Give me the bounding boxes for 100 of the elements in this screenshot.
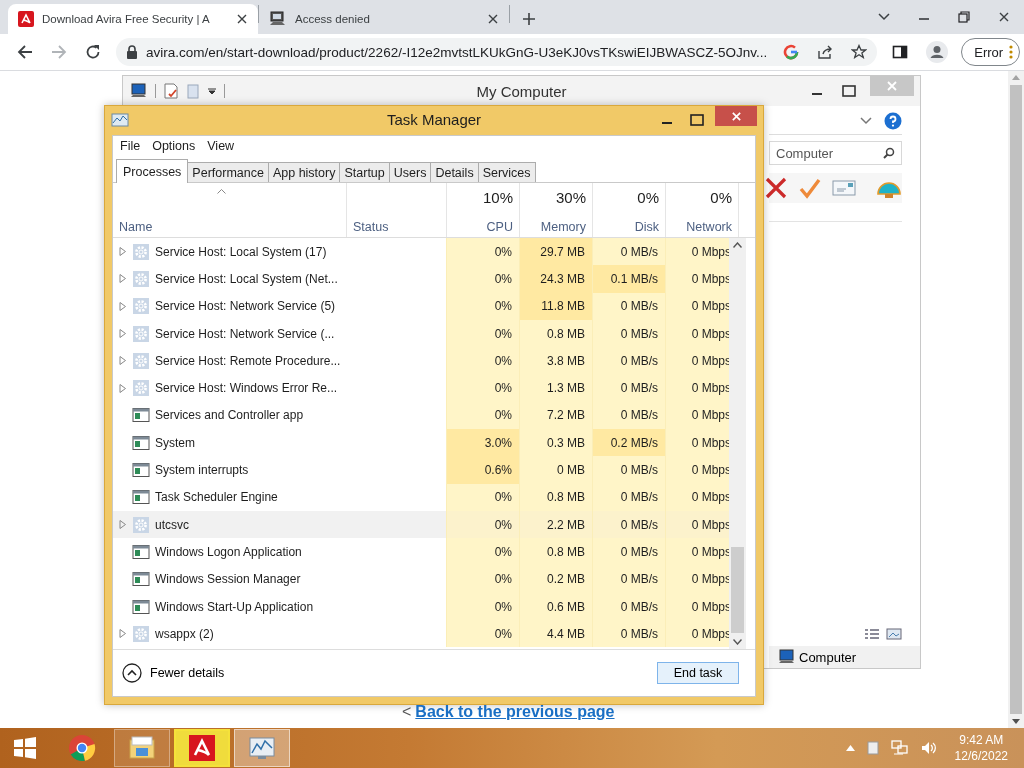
expand-arrow-icon[interactable] — [119, 247, 127, 257]
column-label: Network — [686, 220, 732, 234]
maximize-icon[interactable] — [690, 113, 704, 126]
process-name[interactable]: Windows Session Manager — [155, 572, 301, 587]
star-icon[interactable] — [851, 44, 868, 60]
more-icon[interactable] — [1009, 45, 1014, 59]
profile-icon[interactable] — [926, 41, 949, 63]
process-name[interactable]: Service Host: Local System (17) — [155, 244, 327, 259]
details-view-icon[interactable] — [864, 628, 880, 640]
process-name[interactable]: Service Host: Network Service (5) — [155, 299, 336, 314]
table-cell: 0 MB/s — [592, 238, 665, 266]
back-icon[interactable] — [17, 44, 33, 60]
table-cell: 4.4 MB — [519, 620, 592, 648]
battery-icon[interactable] — [866, 741, 879, 755]
menu-item[interactable]: Options — [147, 139, 201, 153]
table-cell: 0% — [446, 265, 519, 293]
expand-arrow-icon[interactable] — [119, 329, 127, 339]
column-header[interactable]: 30% Memory — [519, 183, 592, 237]
scroll-down-icon[interactable] — [733, 639, 742, 645]
computer-icon[interactable] — [129, 83, 147, 99]
close-icon[interactable] — [998, 11, 1010, 23]
volume-icon[interactable] — [920, 741, 937, 755]
collapse-circle-icon — [122, 663, 142, 683]
process-name[interactable]: utcsvc — [155, 517, 189, 532]
tab[interactable]: App history — [267, 162, 341, 182]
search-field[interactable]: Computer — [769, 141, 902, 165]
checkmark-icon[interactable] — [798, 177, 822, 199]
table-cell: 11.8 MB — [519, 292, 592, 320]
back-link[interactable]: Back to the previous page — [415, 703, 615, 721]
close-icon[interactable] — [487, 13, 499, 25]
end-task-button[interactable]: End task — [657, 662, 739, 684]
expand-arrow-icon[interactable] — [119, 356, 127, 366]
card-icon[interactable] — [832, 179, 856, 197]
windows-logo-icon[interactable] — [13, 736, 37, 760]
document-check-icon[interactable] — [164, 83, 178, 99]
expand-arrow-icon[interactable] — [119, 629, 127, 639]
column-label: Disk — [634, 220, 659, 234]
column-header[interactable]: 10% CPU — [446, 183, 519, 237]
selected-row[interactable]: utcsvc 0% 2.2 MB 0 MB/s 0 Mbps — [113, 510, 729, 539]
table-cell: 0% — [446, 238, 519, 266]
tiles-view-icon[interactable] — [886, 628, 902, 640]
lock-icon — [126, 45, 138, 59]
column-header[interactable]: 0% Disk — [592, 183, 665, 237]
process-name[interactable]: wsappx (2) — [155, 626, 214, 641]
table-cell: 0.8 MB — [519, 538, 592, 566]
browser-tab[interactable]: Access denied — [259, 4, 509, 34]
process-name[interactable]: Service Host: Network Service (... — [155, 326, 335, 341]
process-name[interactable]: Service Host: Local System (Net... — [155, 271, 338, 286]
expand-arrow-icon[interactable] — [119, 520, 127, 530]
browser-icon — [68, 734, 96, 762]
google-icon[interactable] — [783, 44, 800, 60]
process-name[interactable]: Windows Start-Up Application — [155, 599, 314, 614]
close-button[interactable] — [715, 106, 757, 126]
performance-graph-icon[interactable] — [111, 111, 129, 128]
cross-icon[interactable] — [764, 177, 788, 199]
process-name[interactable]: Task Scheduler Engine — [155, 490, 278, 505]
show-hidden-icons-icon[interactable] — [845, 745, 855, 751]
chevron-down-icon[interactable] — [878, 13, 890, 21]
chevron-down-icon[interactable] — [860, 117, 872, 125]
new-tab-icon[interactable] — [522, 12, 536, 26]
dropdown-caret-icon[interactable] — [208, 87, 216, 95]
table-cell: 0 MB/s — [592, 620, 665, 648]
profile-error-button[interactable]: Error — [961, 38, 1021, 66]
restore-icon[interactable] — [958, 11, 970, 23]
process-name[interactable]: Services and Controller app — [155, 408, 304, 423]
scroll-up-icon[interactable] — [733, 242, 742, 248]
process-name[interactable]: Service Host: Remote Procedure... — [155, 353, 341, 368]
search-icon[interactable] — [883, 147, 895, 159]
help-icon[interactable] — [884, 112, 902, 130]
close-icon[interactable] — [236, 13, 248, 25]
process-name[interactable]: System interrupts — [155, 463, 249, 477]
tab[interactable]: Users — [388, 162, 432, 182]
expand-arrow-icon[interactable] — [119, 274, 127, 284]
side-panel-icon[interactable] — [892, 44, 909, 60]
maximize-icon[interactable] — [842, 85, 856, 97]
tab[interactable]: Details — [430, 162, 479, 182]
tab[interactable]: Processes — [116, 159, 189, 183]
gear-icon — [132, 379, 150, 398]
column-header[interactable]: Name — [113, 183, 346, 237]
column-header[interactable]: 0% Network — [665, 183, 738, 237]
column-header[interactable]: Status — [346, 183, 446, 237]
taskbar-app-button[interactable] — [174, 729, 230, 767]
reload-icon[interactable] — [85, 44, 101, 60]
expand-arrow-icon[interactable] — [119, 383, 127, 393]
tab[interactable]: Services — [477, 162, 536, 182]
share-icon[interactable] — [817, 44, 834, 60]
browser-tab[interactable]: Download Avira Free Security | A — [8, 4, 258, 34]
fewer-details-button[interactable]: Fewer details — [122, 663, 225, 683]
expand-arrow-icon[interactable] — [119, 301, 127, 311]
menu-item[interactable]: File — [115, 139, 146, 153]
process-name[interactable]: Service Host: Windows Error Re... — [155, 381, 338, 396]
network-icon[interactable] — [890, 740, 909, 756]
gear-icon — [132, 515, 150, 534]
usage-percent: 30% — [555, 189, 586, 206]
tab[interactable]: Performance — [187, 162, 269, 182]
scroll-down-icon[interactable] — [1012, 719, 1020, 724]
menu-item[interactable]: View — [202, 139, 240, 153]
process-name[interactable]: Windows Logon Application — [155, 544, 302, 559]
tab[interactable]: Startup — [339, 162, 390, 182]
process-name[interactable]: System — [155, 435, 195, 450]
